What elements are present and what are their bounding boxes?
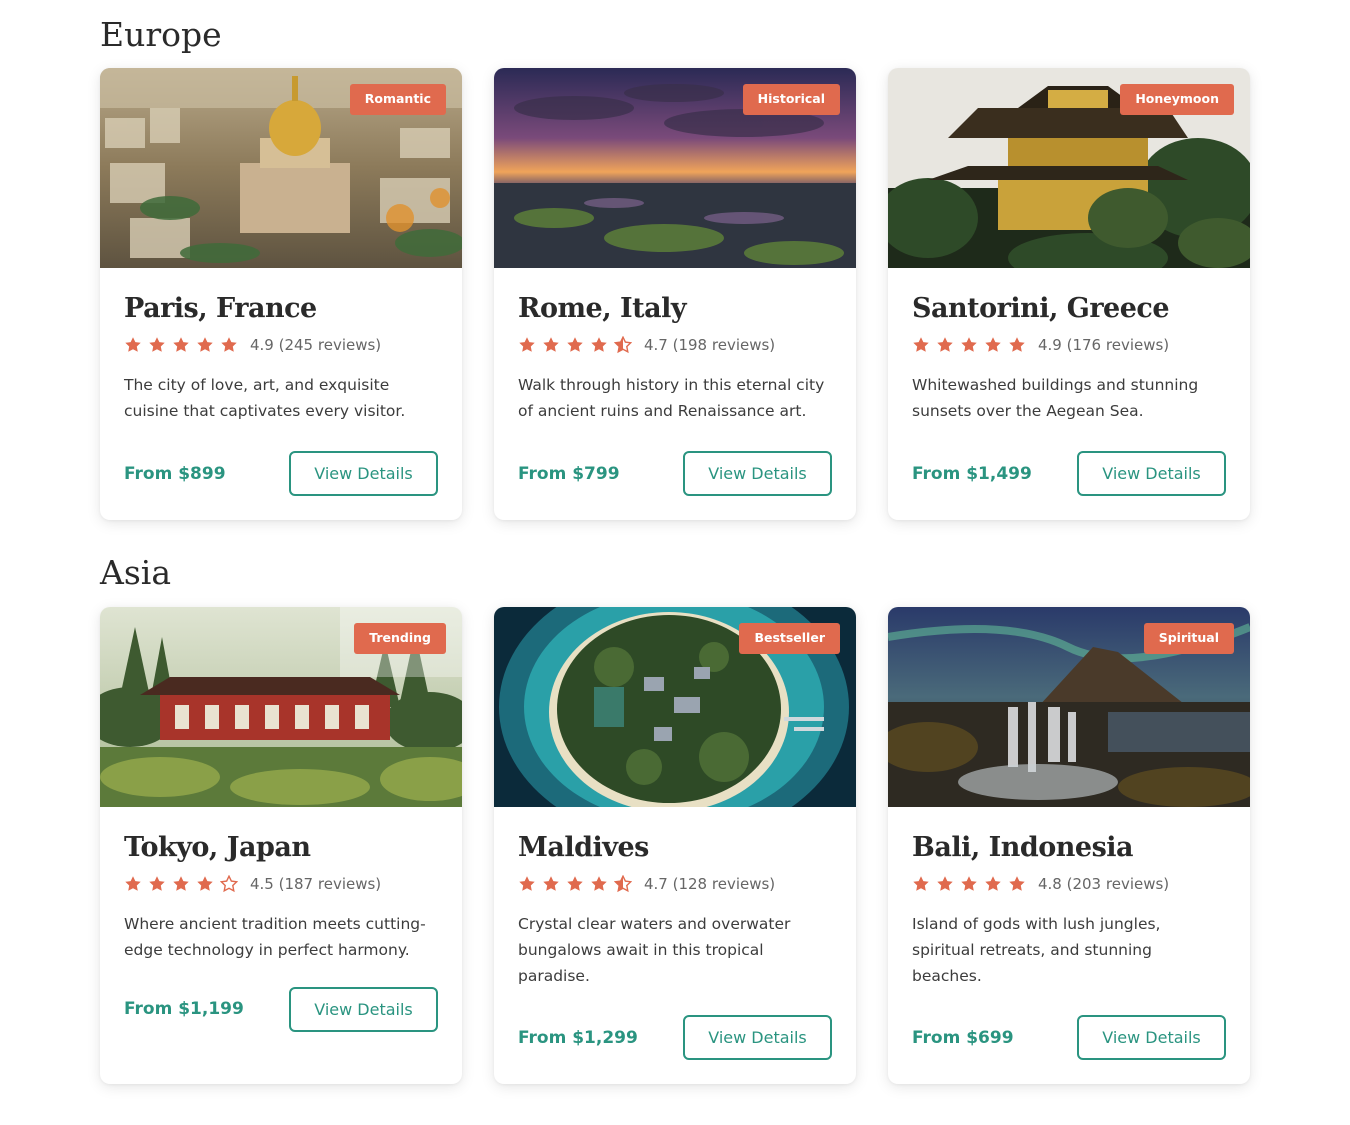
- star-full-icon: [985, 336, 1001, 352]
- rating: 4.7 (198 reviews): [518, 334, 832, 356]
- tag-badge: Romantic: [349, 84, 446, 115]
- destination-title: Maldives: [518, 832, 649, 863]
- view-details-button[interactable]: View Details: [289, 451, 438, 496]
- star-rating: [912, 336, 1026, 354]
- star-full-icon: [149, 875, 165, 891]
- paris-dome-image: Romantic: [100, 68, 462, 268]
- star-rating: [518, 874, 632, 893]
- star-full-icon: [567, 875, 583, 891]
- destinations-page: Europe Romantic Paris, France 4.9 (245 r…: [0, 0, 1350, 1125]
- island-aerial-image: Bestseller: [494, 607, 856, 807]
- price-label: From $799: [518, 463, 620, 484]
- tag-badge: Historical: [742, 84, 840, 115]
- waterfall-mountain-image: Spiritual: [888, 607, 1250, 807]
- star-full-icon: [985, 875, 1001, 891]
- destination-description: Where ancient tradition meets cutting-ed…: [124, 914, 426, 959]
- price-label: From $1,299: [518, 1027, 638, 1048]
- view-details-button[interactable]: View Details: [683, 1015, 832, 1060]
- destination-title: Rome, Italy: [518, 293, 687, 324]
- section-title-asia: Asia: [100, 553, 171, 592]
- star-full-icon: [125, 336, 141, 352]
- rating: 4.8 (203 reviews): [912, 873, 1226, 895]
- rating-text: 4.7 (198 reviews): [644, 335, 776, 354]
- star-half-icon: [614, 874, 632, 892]
- star-full-icon: [519, 336, 535, 352]
- destination-description: Crystal clear waters and overwater bunga…: [518, 914, 791, 985]
- star-full-icon: [937, 336, 953, 352]
- destination-card-paris[interactable]: Romantic Paris, France 4.9 (245 reviews)…: [100, 68, 462, 520]
- destination-card-tokyo[interactable]: Trending Tokyo, Japan 4.5 (187 reviews) …: [100, 607, 462, 1084]
- view-details-button[interactable]: View Details: [683, 451, 832, 496]
- europe-card-grid: Romantic Paris, France 4.9 (245 reviews)…: [100, 68, 1252, 520]
- destination-title: Santorini, Greece: [912, 293, 1170, 324]
- rating-text: 4.8 (203 reviews): [1038, 874, 1170, 893]
- star-full-icon: [961, 875, 977, 891]
- star-full-icon: [1009, 336, 1025, 352]
- golden-pagoda-image: Honeymoon: [888, 68, 1250, 268]
- rating: 4.9 (245 reviews): [124, 334, 438, 356]
- destination-description: Whitewashed buildings and stunning sunse…: [912, 375, 1199, 420]
- star-full-icon: [173, 336, 189, 352]
- star-full-icon: [197, 875, 213, 891]
- star-rating: [124, 874, 238, 893]
- star-full-icon: [591, 875, 607, 891]
- destination-description: Walk through history in this eternal cit…: [518, 375, 825, 420]
- price-label: From $699: [912, 1027, 1014, 1048]
- asia-card-grid: Trending Tokyo, Japan 4.5 (187 reviews) …: [100, 607, 1252, 1084]
- star-full-icon: [961, 336, 977, 352]
- view-details-button[interactable]: View Details: [1077, 451, 1226, 496]
- destination-description: Island of gods with lush jungles, spirit…: [912, 914, 1161, 985]
- star-full-icon: [519, 875, 535, 891]
- star-full-icon: [937, 875, 953, 891]
- star-full-icon: [197, 336, 213, 352]
- star-full-icon: [591, 336, 607, 352]
- tag-badge: Trending: [354, 623, 446, 654]
- view-details-button[interactable]: View Details: [1077, 1015, 1226, 1060]
- destination-card-rome[interactable]: Historical Rome, Italy 4.7 (198 reviews)…: [494, 68, 856, 520]
- rating: 4.5 (187 reviews): [124, 873, 438, 895]
- view-details-button[interactable]: View Details: [289, 986, 438, 1032]
- star-empty-icon: [220, 874, 238, 892]
- tag-badge: Honeymoon: [1120, 84, 1234, 115]
- star-full-icon: [543, 336, 559, 352]
- rating-text: 4.9 (176 reviews): [1038, 335, 1170, 354]
- price-label: From $1,499: [912, 463, 1032, 484]
- star-full-icon: [913, 336, 929, 352]
- star-full-icon: [543, 875, 559, 891]
- section-title-europe: Europe: [100, 15, 222, 54]
- destination-title: Paris, France: [124, 293, 317, 324]
- destination-card-bali[interactable]: Spiritual Bali, Indonesia 4.8 (203 revie…: [888, 607, 1250, 1084]
- star-rating: [518, 335, 632, 354]
- rating: 4.7 (128 reviews): [518, 873, 832, 895]
- star-full-icon: [149, 336, 165, 352]
- star-full-icon: [913, 875, 929, 891]
- star-full-icon: [221, 336, 237, 352]
- sunset-coast-image: Historical: [494, 68, 856, 268]
- star-rating: [912, 875, 1026, 893]
- destination-title: Tokyo, Japan: [124, 832, 311, 863]
- price-label: From $1,199: [124, 999, 244, 1020]
- star-rating: [124, 336, 238, 354]
- rating-text: 4.9 (245 reviews): [250, 335, 382, 354]
- star-full-icon: [125, 875, 141, 891]
- destination-title: Bali, Indonesia: [912, 832, 1134, 863]
- destination-description: The city of love, art, and exquisite cui…: [124, 375, 406, 420]
- destination-card-santorini[interactable]: Honeymoon Santorini, Greece 4.9 (176 rev…: [888, 68, 1250, 520]
- rating-text: 4.5 (187 reviews): [250, 874, 382, 893]
- destination-card-maldives[interactable]: Bestseller Maldives 4.7 (128 reviews) Cr…: [494, 607, 856, 1084]
- japanese-temple-image: Trending: [100, 607, 462, 807]
- star-full-icon: [567, 336, 583, 352]
- price-label: From $899: [124, 463, 226, 484]
- rating: 4.9 (176 reviews): [912, 334, 1226, 356]
- star-half-icon: [614, 335, 632, 353]
- star-full-icon: [1009, 875, 1025, 891]
- tag-badge: Spiritual: [1143, 623, 1234, 654]
- tag-badge: Bestseller: [739, 623, 840, 654]
- star-full-icon: [173, 875, 189, 891]
- rating-text: 4.7 (128 reviews): [644, 874, 776, 893]
